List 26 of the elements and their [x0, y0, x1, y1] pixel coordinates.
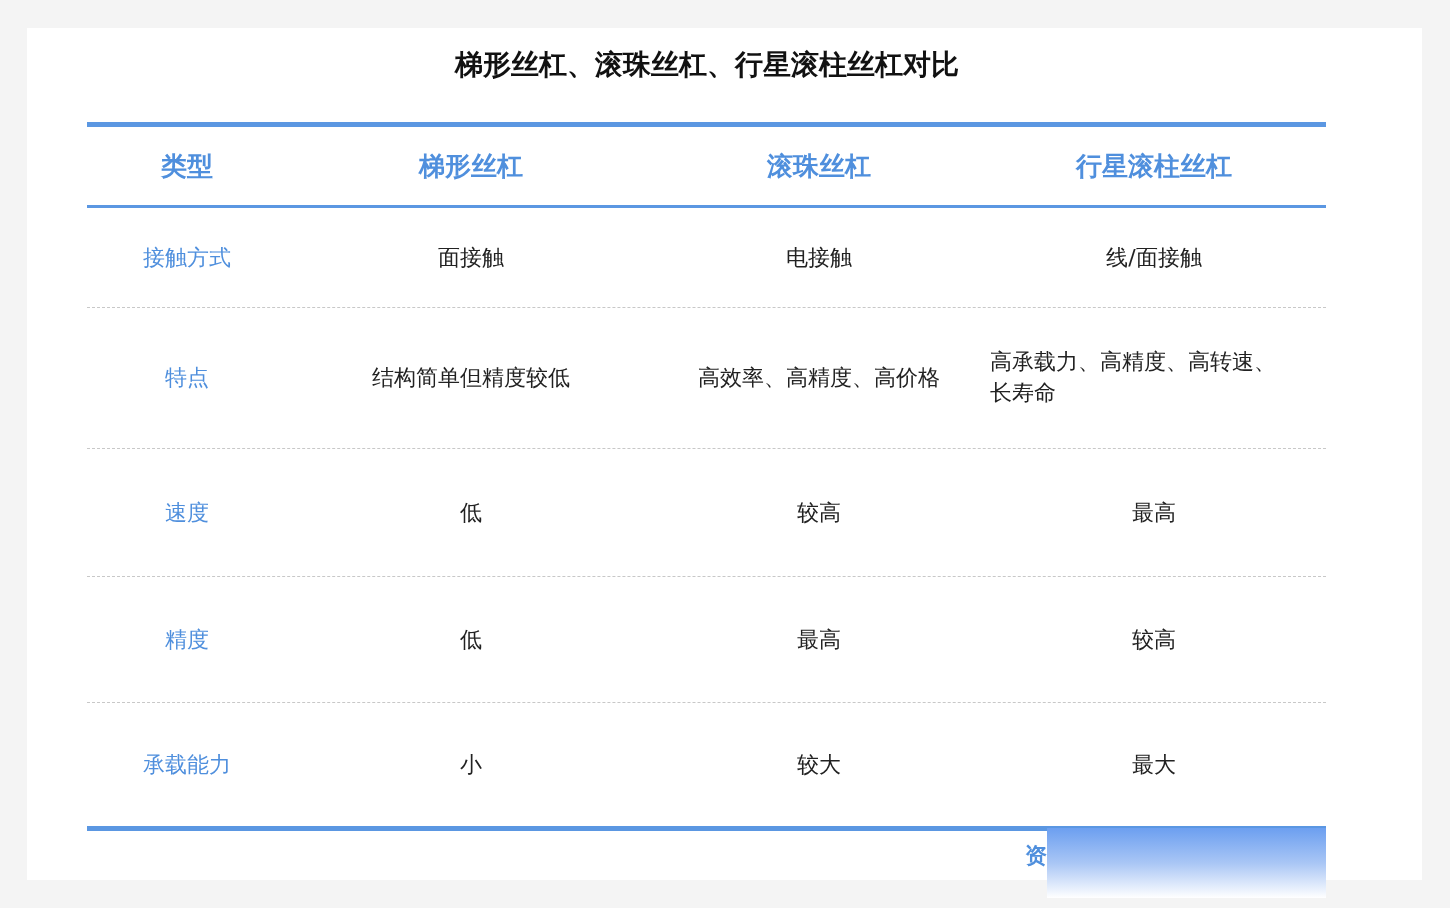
table-cell-text: 低	[459, 498, 483, 527]
table-cell-text: 低	[459, 625, 483, 654]
column-header: 梯形丝杠	[417, 149, 524, 183]
table-cell-text: 电接触	[784, 243, 853, 272]
table-cell-text: 较高	[795, 498, 842, 527]
table-cell-text: 面接触	[437, 243, 505, 272]
table-cell-text: 最大	[1131, 750, 1177, 779]
table-cell-text: 小	[459, 750, 483, 779]
column-header: 行星滚柱丝杠	[1074, 149, 1233, 183]
column-header: 类型	[160, 149, 214, 183]
row-header: 承载能力	[142, 750, 232, 779]
row-header: 特点	[164, 364, 210, 392]
table-cell-text: 高承载力、高精度、高转速、长寿命	[989, 348, 1277, 407]
table-cell-text: 高效率、高精度、高价格	[696, 364, 941, 392]
row-header: 精度	[164, 625, 210, 654]
table-cell-text: 最高	[1131, 498, 1177, 527]
table-cell-text: 结构简单但精度较低	[371, 364, 571, 392]
table-cell-text: 较高	[1131, 625, 1177, 654]
table-cell-text: 较大	[795, 750, 842, 779]
table-title: 梯形丝杠、滚珠丝杠、行星滚柱丝杠对比	[453, 47, 960, 83]
table-cell-text: 线/面接触	[1105, 243, 1203, 272]
table-cell-text: 最高	[795, 625, 842, 654]
row-header: 速度	[164, 498, 210, 527]
source-note: 资	[1025, 842, 1047, 870]
column-header: 滚珠丝杠	[765, 149, 872, 183]
row-header: 接触方式	[142, 243, 232, 272]
